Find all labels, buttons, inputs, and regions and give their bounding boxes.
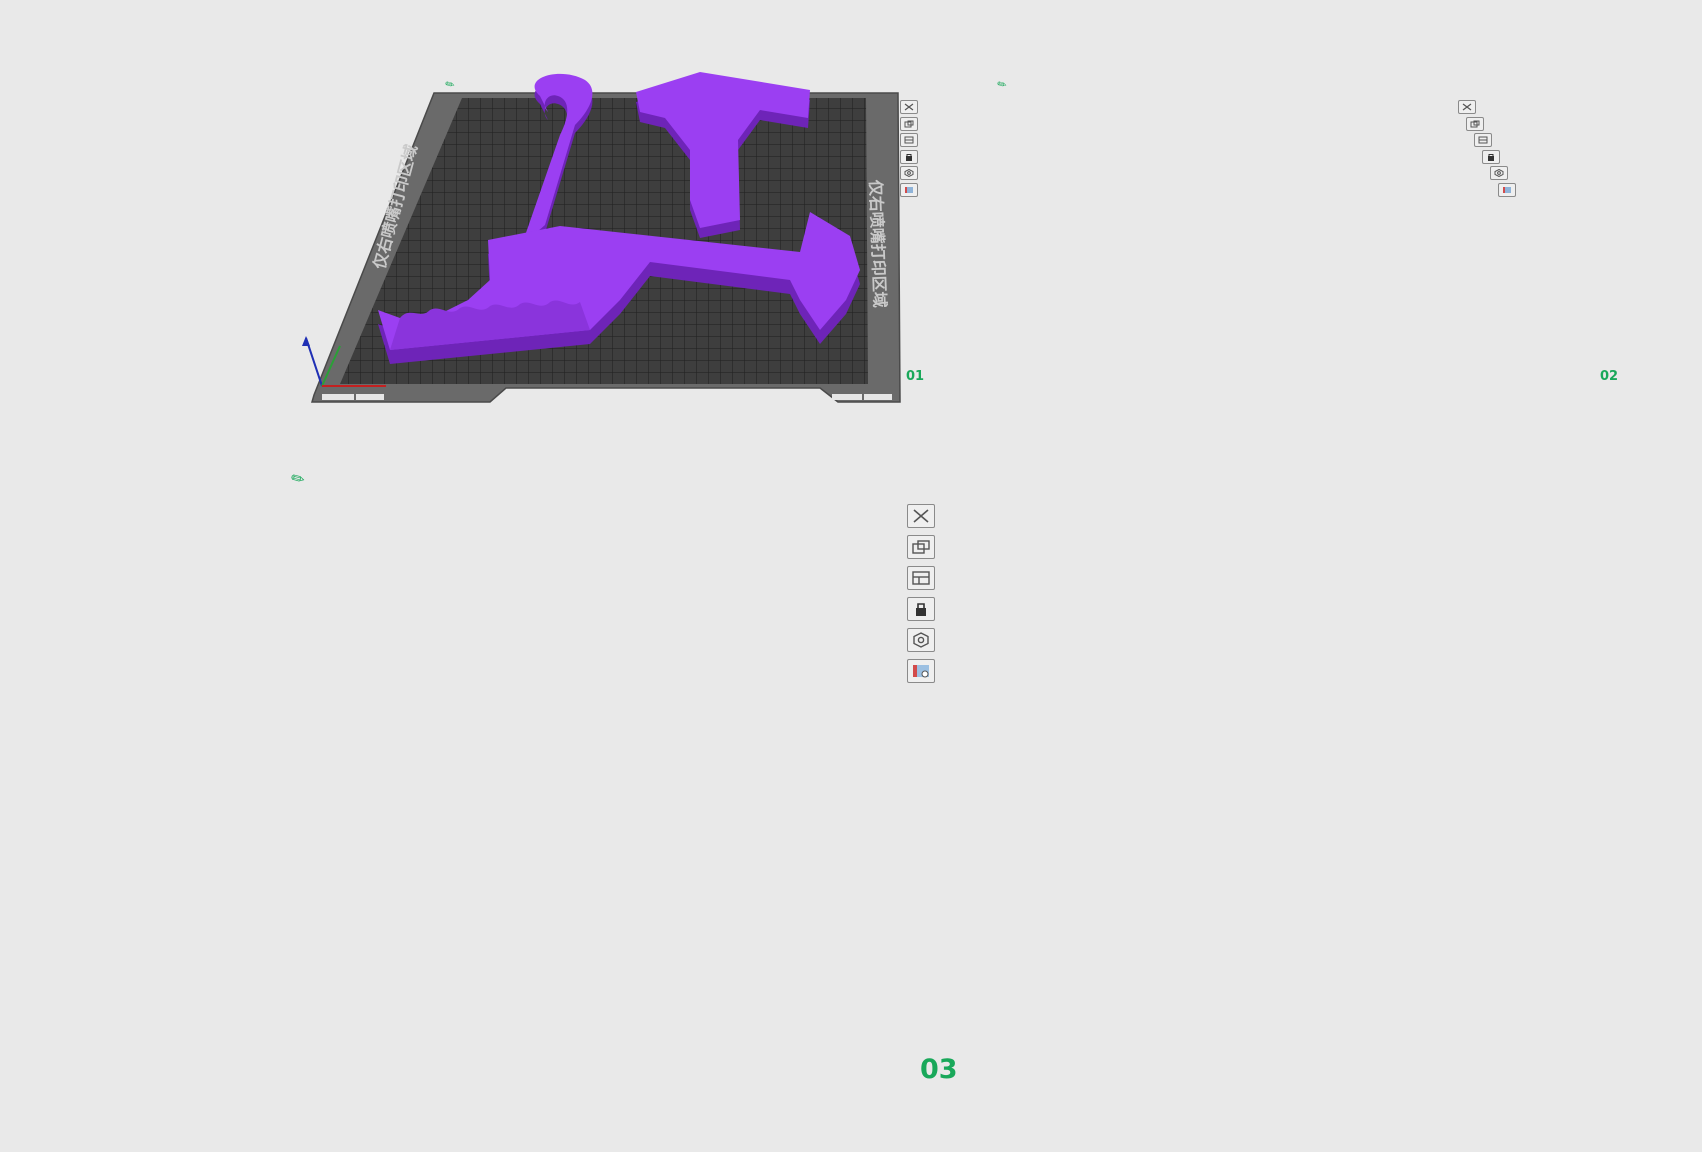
plate-2-arrange-icon[interactable]: [1466, 116, 1484, 131]
plates-canvas[interactable]: 仅右喷嘴打印区域 仅右喷嘴打印区域: [0, 0, 1702, 1152]
plate-1-toolbar: [900, 100, 918, 199]
plate-2-slice-icon[interactable]: [1498, 182, 1516, 197]
plate-3-close-icon[interactable]: [907, 504, 935, 528]
plate-1-slice-icon[interactable]: [900, 182, 918, 197]
plate-1-arrange-icon[interactable]: [900, 116, 918, 131]
plate-3-number: 03: [920, 1054, 958, 1085]
plate-2-number: 02: [1600, 369, 1619, 384]
plate-1-lock-icon[interactable]: [900, 149, 918, 164]
plate-3-slice-icon[interactable]: [907, 659, 935, 683]
plate-3-arrange-icon[interactable]: [907, 535, 935, 559]
plate-1-number: 01: [906, 369, 925, 384]
plate-3-settings-icon[interactable]: [907, 628, 935, 652]
plate-2-settings-icon[interactable]: [1490, 166, 1508, 180]
plate-3-lock-icon[interactable]: [907, 597, 935, 621]
plate-3-toolbar: [907, 504, 935, 690]
plate-2-orient-icon[interactable]: [1474, 133, 1492, 147]
plate-1[interactable]: 仅右喷嘴打印区域 仅右喷嘴打印区域: [302, 72, 901, 403]
plate-3-orient-icon[interactable]: [907, 566, 935, 590]
plate-1-close-icon[interactable]: [900, 100, 918, 114]
plate-1-orient-icon[interactable]: [900, 133, 918, 147]
plate-2-toolbar: [1458, 100, 1516, 199]
plate-1-settings-icon[interactable]: [900, 166, 918, 180]
plate-2-close-icon[interactable]: [1458, 100, 1476, 114]
plate-2-lock-icon[interactable]: [1482, 149, 1500, 164]
